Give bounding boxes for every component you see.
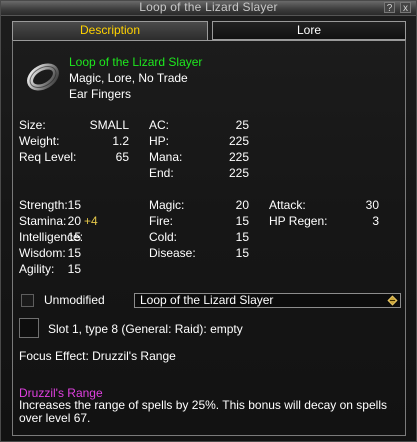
tab-description[interactable]: Description [12, 21, 208, 40]
stat-value-disease: 15 [235, 246, 249, 260]
stat-bonus-stamina: +4 [84, 214, 98, 228]
stat-value-ac: 25 [235, 118, 249, 132]
stat-value-cold: 15 [235, 230, 249, 244]
stat-label-disease: Disease: [149, 246, 196, 260]
stat-label-cold: Cold: [149, 230, 178, 244]
item-slots: Ear Fingers [69, 87, 132, 101]
stat-value-weight: 1.2 [112, 134, 129, 148]
stat-value-intelligence: 15 [67, 230, 81, 244]
augment-slot-text: Slot 1, type 8 (General: Raid): empty [48, 322, 243, 336]
stat-label-mana: Mana: [149, 150, 183, 164]
stat-label-end: End: [149, 166, 174, 180]
stat-label-size: Size: [19, 118, 46, 132]
item-flags: Magic, Lore, No Trade [69, 71, 188, 85]
ring-icon [27, 63, 59, 91]
stat-value-mana: 225 [228, 150, 249, 164]
close-button[interactable]: x [400, 2, 411, 14]
stat-value-wisdom: 15 [67, 246, 81, 260]
chevron-updown-icon[interactable] [387, 295, 398, 306]
stat-label-wisdom: Wisdom: [19, 246, 66, 260]
dropdown-selected: Loop of the Lizard Slayer [140, 293, 274, 307]
stat-value-fire: 15 [235, 214, 249, 228]
stat-label-stamina: Stamina: [19, 214, 67, 228]
stat-value-magic: 20 [235, 198, 249, 212]
item-name: Loop of the Lizard Slayer [69, 55, 203, 69]
stat-label-agility: Agility: [19, 262, 55, 276]
effect-description: Increases the range of spells by 25%. Th… [19, 398, 387, 425]
unmodified-checkbox[interactable] [21, 294, 34, 307]
stat-label-attack: Attack: [269, 198, 306, 212]
stat-label-req-level: Req Level: [19, 150, 77, 164]
tab-lore[interactable]: Lore [212, 21, 406, 40]
stat-value-hp-regen: 3 [372, 214, 379, 228]
stat-label-ac: AC: [149, 118, 170, 132]
item-display-window: Loop of the Lizard Slayer ? x Descriptio… [0, 0, 417, 442]
stat-value-end: 225 [228, 166, 249, 180]
stat-value-size: SMALL [89, 118, 129, 132]
stat-label-fire: Fire: [149, 214, 173, 228]
focus-effect: Focus Effect: Druzzil's Range [19, 349, 176, 363]
unmodified-label: Unmodified [44, 293, 105, 307]
stat-value-attack: 30 [365, 198, 379, 212]
stat-label-magic: Magic: [149, 198, 185, 212]
stat-value-stamina: 20 [67, 214, 81, 228]
stat-value-agility: 15 [67, 262, 81, 276]
stat-label-hp-regen: HP Regen: [269, 214, 328, 228]
item-version-dropdown[interactable]: Loop of the Lizard Slayer [134, 293, 401, 308]
stat-value-hp: 225 [228, 134, 249, 148]
augment-slot[interactable] [19, 318, 39, 338]
stat-label-weight: Weight: [19, 134, 60, 148]
stat-label-hp: HP: [149, 134, 170, 148]
stat-value-strength: 15 [67, 198, 81, 212]
window-title: Loop of the Lizard Slayer [139, 0, 278, 14]
stat-value-req-level: 65 [115, 150, 129, 164]
title-bar[interactable]: Loop of the Lizard Slayer ? x [1, 1, 416, 16]
help-button[interactable]: ? [384, 2, 395, 14]
